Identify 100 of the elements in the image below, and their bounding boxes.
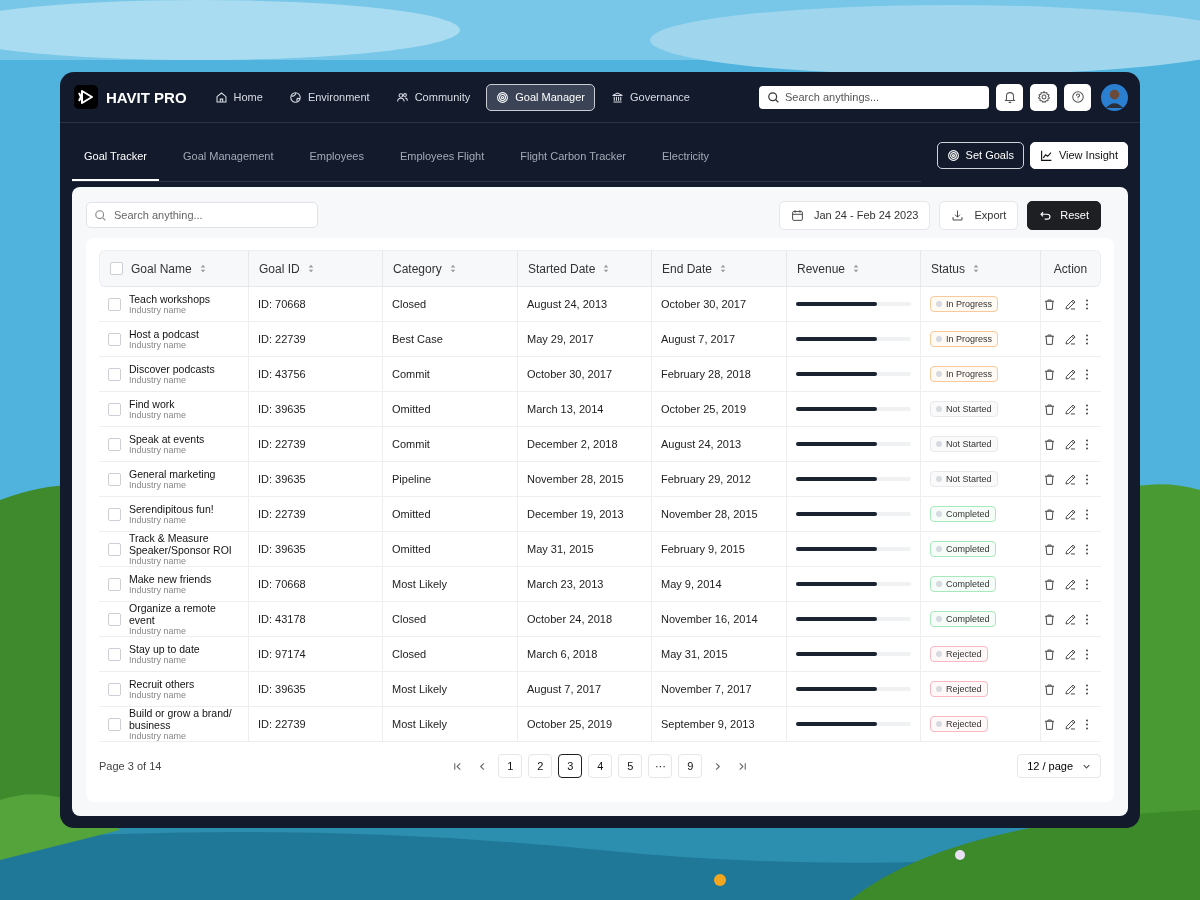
help-button[interactable]: [1064, 83, 1091, 111]
sort-icon[interactable]: [449, 264, 456, 273]
set-goals-button[interactable]: Set Goals: [936, 141, 1024, 169]
row-checkbox[interactable]: [108, 612, 121, 626]
delete-icon[interactable]: [1043, 472, 1056, 486]
tab[interactable]: Goal Tracker: [72, 133, 159, 181]
row-checkbox[interactable]: [108, 367, 121, 381]
edit-icon[interactable]: [1064, 507, 1077, 521]
edit-icon[interactable]: [1064, 682, 1077, 696]
page-button[interactable]: 1: [498, 754, 523, 778]
row-checkbox[interactable]: [108, 717, 121, 731]
more-icon[interactable]: [1085, 542, 1089, 556]
column-header[interactable]: Revenue: [787, 250, 921, 287]
delete-icon[interactable]: [1043, 647, 1056, 661]
edit-icon[interactable]: [1064, 542, 1077, 556]
column-header[interactable]: Started Date: [518, 250, 652, 287]
tab[interactable]: Goal Management: [170, 133, 286, 181]
delete-icon[interactable]: [1043, 542, 1056, 556]
table-cell: May 9, 2014: [652, 567, 787, 602]
view-insight-button[interactable]: View Insight: [1029, 141, 1128, 169]
column-header[interactable]: Action: [1041, 250, 1101, 287]
nav-item[interactable]: Community: [385, 83, 481, 111]
edit-icon[interactable]: [1064, 367, 1077, 381]
settings-button[interactable]: [1030, 83, 1057, 111]
tab[interactable]: Electricity: [650, 133, 722, 181]
more-icon[interactable]: [1085, 437, 1089, 451]
edit-icon[interactable]: [1064, 647, 1077, 661]
search-field[interactable]: Search anythings...: [759, 85, 989, 109]
row-checkbox[interactable]: [108, 472, 121, 486]
page-button[interactable]: 4: [588, 754, 613, 778]
row-checkbox[interactable]: [108, 297, 121, 311]
export-button[interactable]: Export: [939, 200, 1019, 230]
delete-icon[interactable]: [1043, 332, 1056, 346]
delete-icon[interactable]: [1043, 297, 1056, 311]
row-checkbox[interactable]: [108, 402, 121, 416]
delete-icon[interactable]: [1043, 402, 1056, 416]
delete-icon[interactable]: [1043, 682, 1056, 696]
notifications-button[interactable]: [996, 83, 1023, 111]
sort-icon[interactable]: [720, 264, 727, 273]
row-checkbox[interactable]: [108, 332, 121, 346]
page-button[interactable]: 3: [558, 754, 583, 778]
edit-icon[interactable]: [1064, 612, 1077, 626]
column-header[interactable]: Goal Name: [99, 250, 249, 287]
tab[interactable]: Employees Flight: [387, 133, 497, 181]
delete-icon[interactable]: [1043, 367, 1056, 381]
sort-icon[interactable]: [973, 264, 980, 273]
tab[interactable]: Flight Carbon Tracker: [508, 133, 639, 181]
more-icon[interactable]: [1085, 717, 1089, 731]
more-icon[interactable]: [1085, 332, 1089, 346]
page-button[interactable]: 9: [678, 754, 703, 778]
edit-icon[interactable]: [1064, 297, 1077, 311]
edit-icon[interactable]: [1064, 332, 1077, 346]
tab[interactable]: Employees: [297, 133, 376, 181]
more-icon[interactable]: [1085, 297, 1089, 311]
page-size-select[interactable]: 12 / page: [1017, 754, 1101, 778]
more-icon[interactable]: [1085, 612, 1089, 626]
last-page-icon[interactable]: [737, 760, 749, 772]
edit-icon[interactable]: [1064, 402, 1077, 416]
avatar[interactable]: [1101, 83, 1128, 111]
more-icon[interactable]: [1085, 472, 1089, 486]
page-button[interactable]: 2: [528, 754, 553, 778]
column-header[interactable]: Category: [383, 250, 518, 287]
select-all-checkbox[interactable]: [110, 262, 123, 275]
delete-icon[interactable]: [1043, 507, 1056, 521]
sort-icon[interactable]: [199, 264, 206, 273]
page-button[interactable]: ···: [648, 754, 673, 778]
search-field[interactable]: Search anything...: [86, 202, 318, 228]
delete-icon[interactable]: [1043, 717, 1056, 731]
date-range-button[interactable]: Jan 24 - Feb 24 2023: [778, 200, 931, 230]
column-header[interactable]: End Date: [652, 250, 787, 287]
nav-item[interactable]: Environment: [278, 83, 380, 111]
edit-icon[interactable]: [1064, 472, 1077, 486]
row-checkbox[interactable]: [108, 682, 121, 696]
nav-item[interactable]: Governance: [601, 83, 700, 111]
sort-icon[interactable]: [853, 264, 860, 273]
more-icon[interactable]: [1085, 647, 1089, 661]
row-checkbox[interactable]: [108, 437, 121, 451]
row-checkbox[interactable]: [108, 577, 121, 591]
nav-item[interactable]: Home: [204, 83, 273, 111]
row-checkbox[interactable]: [108, 647, 121, 661]
more-icon[interactable]: [1085, 682, 1089, 696]
more-icon[interactable]: [1085, 507, 1089, 521]
edit-icon[interactable]: [1064, 717, 1077, 731]
more-icon[interactable]: [1085, 402, 1089, 416]
row-checkbox[interactable]: [108, 507, 121, 521]
more-icon[interactable]: [1085, 577, 1089, 591]
row-checkbox[interactable]: [108, 542, 121, 556]
sort-icon[interactable]: [307, 264, 314, 273]
delete-icon[interactable]: [1043, 612, 1056, 626]
reset-button[interactable]: Reset: [1027, 200, 1101, 230]
more-icon[interactable]: [1085, 367, 1089, 381]
sort-icon[interactable]: [603, 264, 610, 273]
delete-icon[interactable]: [1043, 437, 1056, 451]
nav-item[interactable]: Goal Manager: [486, 83, 595, 111]
column-header[interactable]: Status: [921, 250, 1041, 287]
page-button[interactable]: 5: [618, 754, 643, 778]
delete-icon[interactable]: [1043, 577, 1056, 591]
edit-icon[interactable]: [1064, 577, 1077, 591]
column-header[interactable]: Goal ID: [249, 250, 383, 287]
edit-icon[interactable]: [1064, 437, 1077, 451]
